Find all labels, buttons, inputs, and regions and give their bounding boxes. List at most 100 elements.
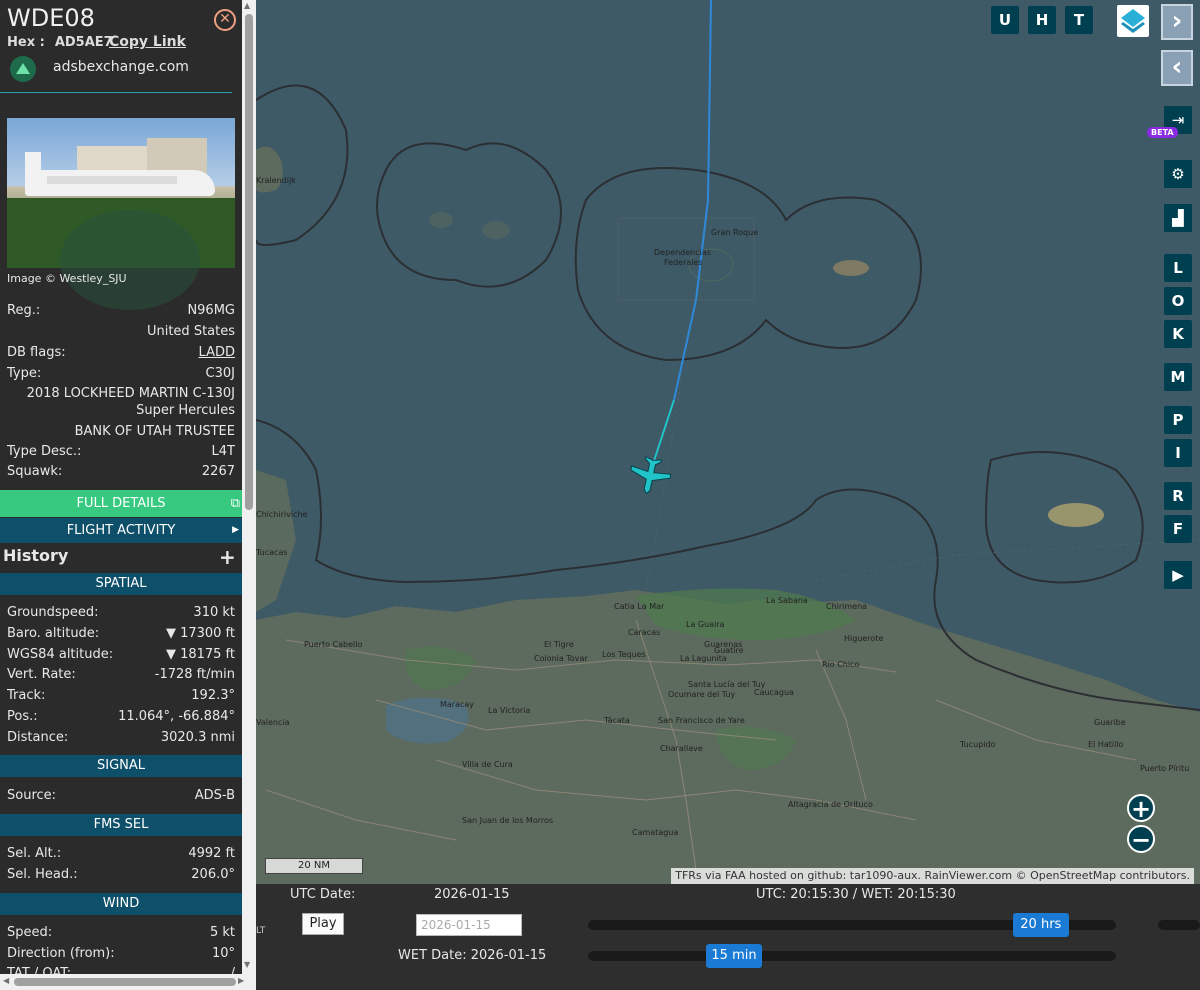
plus-icon[interactable]: +: [219, 545, 236, 569]
aircraft-body: [630, 455, 672, 495]
type-line2: Super Hercules: [136, 403, 235, 418]
sidebar-hscroll-thumb[interactable]: [14, 978, 236, 986]
flight-track-recent: [650, 399, 675, 471]
toggle-t-button[interactable]: T: [1065, 6, 1093, 34]
stats-icon[interactable]: ▟: [1164, 204, 1192, 232]
place-label: Ocumare del Tuy: [668, 690, 736, 699]
hex-label: Hex :: [7, 35, 45, 50]
place-label: La Victoria: [488, 706, 531, 715]
reg-value: N96MG: [187, 303, 235, 318]
copy-link[interactable]: Copy Link: [109, 34, 186, 50]
toggle-p-button[interactable]: P: [1164, 406, 1192, 434]
scroll-left-arrow-icon[interactable]: ◀: [3, 976, 9, 985]
toggle-f-button[interactable]: F: [1164, 515, 1192, 543]
reg-row: Reg.: N96MG: [7, 303, 235, 321]
scroll-right-arrow-icon[interactable]: ▶: [238, 976, 244, 985]
interval-slider-track[interactable]: [588, 951, 1116, 961]
history-slider-thumb[interactable]: 20 hrs: [1012, 913, 1069, 937]
toggle-m-button[interactable]: M: [1164, 363, 1192, 391]
map-canvas[interactable]: [256, 0, 1200, 884]
flight-activity-button[interactable]: FLIGHT ACTIVITY ▶: [0, 518, 242, 543]
wgs-value: ▼ 18175 ft: [165, 647, 235, 662]
place-label: Tucacas: [256, 548, 288, 557]
interval-slider-thumb[interactable]: 15 min: [706, 944, 762, 968]
wind-header[interactable]: WIND: [0, 893, 242, 915]
date-input[interactable]: 2026-01-15: [416, 914, 522, 936]
timeline-bar: UTC Date: 2026-01-15 UTC: 20:15:30 / WET…: [256, 884, 1200, 990]
typedesc-label: Type Desc.:: [7, 444, 82, 459]
full-details-button[interactable]: FULL DETAILS ⧉: [0, 490, 242, 517]
sidebar-scroll-thumb[interactable]: [245, 14, 253, 510]
reg-label: Reg.:: [7, 303, 41, 318]
signal-header[interactable]: SIGNAL: [0, 755, 242, 777]
groundspeed-value: 310 kt: [193, 605, 235, 620]
toggle-l-button[interactable]: L: [1164, 254, 1192, 282]
utc-time: UTC: 20:15:30 / WET: 20:15:30: [756, 887, 956, 902]
toggle-r-button[interactable]: R: [1164, 482, 1192, 510]
scroll-up-arrow-icon[interactable]: ▲: [244, 1, 250, 10]
dbflags-value[interactable]: LADD: [199, 345, 235, 360]
history-heading: History: [3, 546, 69, 565]
western-coast: [256, 470, 296, 612]
zoom-in-icon[interactable]: +: [1127, 794, 1155, 822]
secondary-slider-track[interactable]: [1158, 920, 1200, 930]
play-button[interactable]: Play: [302, 913, 344, 935]
place-label: Gran Roque: [711, 228, 759, 237]
place-label: El Hatillo: [1088, 740, 1124, 749]
las-aves-boundary: [376, 142, 562, 288]
place-label: Altagracia de Orituco: [788, 800, 873, 809]
place-label: Camatagua: [632, 828, 679, 837]
aircraft-icon[interactable]: [627, 454, 674, 498]
place-label: Catia La Mar: [614, 602, 665, 611]
place-label: La Guaira: [686, 620, 725, 629]
selalt-label: Sel. Alt.:: [7, 846, 62, 861]
type-row: Type: C30J: [7, 366, 235, 384]
replay-icon[interactable]: ▶: [1164, 561, 1192, 589]
aircraft-info-sidebar: WDE08 ✕ Hex : AD5AE7 Copy Link adsbexchan…: [0, 0, 256, 990]
place-label: Los Teques: [602, 650, 646, 659]
aircraft-callsign: WDE08: [7, 4, 95, 32]
place-label: Río Chico: [822, 660, 860, 669]
squawk-value: 2267: [201, 464, 235, 479]
chevron-left-icon[interactable]: ‹: [1161, 50, 1193, 86]
close-icon[interactable]: ✕: [214, 9, 236, 31]
toggle-h-button[interactable]: H: [1028, 6, 1056, 34]
layers-icon-svg: [1121, 9, 1145, 33]
place-label: El Tigre: [544, 640, 574, 649]
layers-icon[interactable]: [1117, 5, 1149, 37]
scale-bar: 20 NM: [265, 858, 363, 874]
place-label: Villa de Cura: [462, 760, 513, 769]
zoom-out-icon[interactable]: −: [1127, 825, 1155, 853]
gear-icon[interactable]: ⚙: [1164, 160, 1192, 188]
selalt-value: 4992 ft: [188, 846, 235, 861]
place-label: La Lagunita: [680, 654, 727, 663]
map-attribution[interactable]: TFRs via FAA hosted on github: tar1090-a…: [671, 868, 1194, 884]
toggle-o-button[interactable]: O: [1164, 287, 1192, 315]
groundspeed-label: Groundspeed:: [7, 605, 99, 620]
scroll-down-arrow-icon[interactable]: ▼: [244, 960, 250, 969]
chevron-right-icon[interactable]: ›: [1161, 4, 1193, 40]
place-label: Caracas: [628, 628, 661, 637]
toggle-i-button[interactable]: I: [1164, 439, 1192, 467]
toggle-k-button[interactable]: K: [1164, 320, 1192, 348]
utc-date-value: 2026-01-15: [434, 887, 510, 902]
map-view[interactable]: Kralendijk Gran Roque Dependencias Federale…: [256, 0, 1200, 884]
track-label: Track:: [7, 688, 46, 703]
tat-oat-label: TAT / OAT:: [7, 966, 72, 974]
source-label: Source:: [7, 788, 57, 803]
place-label: San Francisco de Yare: [658, 716, 745, 725]
place-label: Chichiriviche: [256, 510, 308, 519]
place-label: Guaribe: [1094, 718, 1126, 727]
toggle-u-button[interactable]: U: [991, 6, 1019, 34]
place-label: Puerto Píritu: [1140, 764, 1190, 773]
place-label: San Juan de los Morros: [462, 816, 554, 825]
fms-sel-header[interactable]: FMS SEL: [0, 814, 242, 836]
site-name[interactable]: adsbexchange.com: [53, 59, 189, 75]
wind-speed-label: Speed:: [7, 925, 53, 940]
pos-label: Pos.:: [7, 709, 38, 724]
spatial-header[interactable]: SPATIAL: [0, 573, 242, 595]
baro-row: Baro. altitude: ▼ 17300 ft: [7, 626, 235, 644]
track-row: Track: 192.3°: [7, 688, 235, 706]
place-label: Tucupido: [960, 740, 996, 749]
wind-direction-row: Direction (from): 10°: [7, 946, 235, 964]
